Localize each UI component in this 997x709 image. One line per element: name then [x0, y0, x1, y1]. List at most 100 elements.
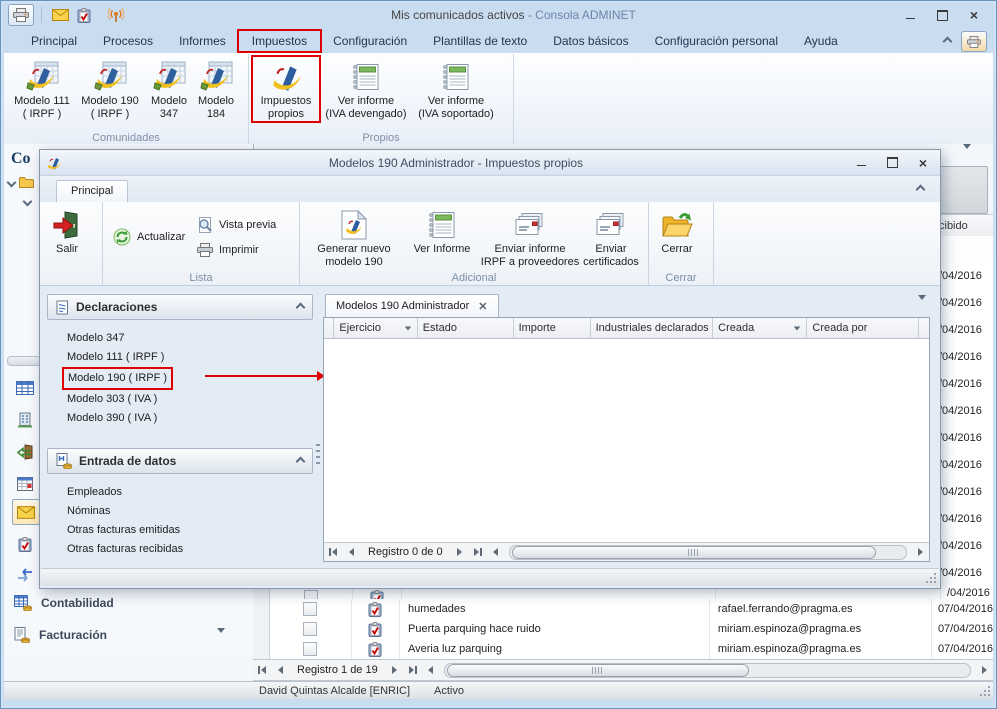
next-record-button[interactable]: [386, 663, 404, 677]
entrada-item-nominas[interactable]: Nóminas: [67, 502, 313, 521]
resize-grip[interactable]: [980, 686, 992, 698]
tree-node-folder[interactable]: [6, 176, 34, 188]
hscroll-right-icon[interactable]: [975, 663, 993, 677]
decl-item-modelo-390[interactable]: Modelo 390 ( IVA ): [67, 409, 313, 428]
column-header-estado[interactable]: Estado: [418, 318, 514, 338]
minimize-button[interactable]: [899, 8, 921, 23]
tab-datos-basicos[interactable]: Datos básicos: [540, 31, 641, 51]
close-tab-icon[interactable]: ✕: [478, 300, 487, 313]
tab-principal[interactable]: Principal: [18, 31, 90, 51]
bg-column-header-recibido[interactable]: cibido: [935, 214, 993, 238]
tab-ayuda[interactable]: Ayuda: [791, 31, 851, 51]
hscroll-right-icon[interactable]: [911, 545, 929, 559]
table-row[interactable]: Averia luz parquing miriam.espinoza@prag…: [253, 639, 993, 660]
modelo-347-button[interactable]: Modelo 347: [144, 57, 194, 121]
first-record-button[interactable]: [253, 663, 271, 677]
tree-expand-icon[interactable]: [22, 196, 33, 207]
entrada-datos-header[interactable]: Entrada de datos: [47, 448, 313, 474]
impuestos-propios-button[interactable]: Impuestos propios: [251, 55, 321, 123]
restore-button[interactable]: [931, 8, 953, 23]
next-record-button[interactable]: [451, 545, 469, 559]
column-header-importe[interactable]: Importe: [514, 318, 591, 338]
dialog-horizontal-scrollbar[interactable]: [508, 544, 907, 560]
dialog-minimize-button[interactable]: [850, 155, 872, 170]
entrada-item-otras-recibidas[interactable]: Otras facturas recibidas: [67, 540, 313, 559]
tab-procesos[interactable]: Procesos: [90, 31, 166, 51]
scrollbar-thumb[interactable]: [446, 663, 749, 677]
bgtab-list-dropdown-icon[interactable]: [963, 144, 971, 161]
row-checkbox[interactable]: [303, 642, 318, 656]
entrada-item-empleados[interactable]: Empleados: [67, 483, 313, 502]
tab-informes[interactable]: Informes: [166, 31, 239, 51]
decl-item-modelo-190[interactable]: Modelo 190 ( IRPF ): [62, 367, 325, 390]
dialog-tab-principal[interactable]: Principal: [56, 180, 129, 202]
decl-item-modelo-111[interactable]: Modelo 111 ( IRPF ): [67, 348, 313, 367]
navstrip-sync-button[interactable]: [12, 563, 38, 587]
dialog-close-button[interactable]: ×: [912, 155, 934, 171]
table-row[interactable]: humedades rafael.ferrando@pragma.es 07/0…: [253, 599, 993, 620]
actualizar-button[interactable]: Actualizar: [107, 226, 191, 248]
enviar-informe-button[interactable]: Enviar informe IRPF a proveedores: [480, 205, 580, 269]
modelo-184-button[interactable]: Modelo 184: [194, 57, 238, 121]
table-row[interactable]: Puerta parquing hace ruido miriam.espino…: [253, 619, 993, 640]
app-menu-button[interactable]: [8, 4, 34, 26]
vista-previa-button[interactable]: Vista previa: [191, 215, 282, 235]
ver-informe-soportado-button[interactable]: Ver informe (IVA soportado): [411, 57, 501, 121]
hscroll-left-icon[interactable]: [422, 663, 440, 677]
close-button[interactable]: ×: [963, 7, 985, 23]
navstrip-exit-button[interactable]: [12, 440, 38, 464]
navpane-configure-icon[interactable]: [217, 628, 225, 645]
dialog-collapse-ribbon-icon[interactable]: [915, 184, 926, 195]
column-header-creada[interactable]: Creada: [713, 318, 808, 338]
imprimir-button[interactable]: Imprimir: [191, 241, 265, 259]
tab-list-dropdown-icon[interactable]: [918, 295, 926, 312]
salir-button[interactable]: Salir: [44, 205, 90, 256]
column-header-industriales[interactable]: Industriales declarados: [591, 318, 714, 338]
help-app-button[interactable]: [961, 31, 987, 52]
last-record-button[interactable]: [404, 663, 422, 677]
navstrip-tasks-button[interactable]: [12, 532, 38, 556]
enviar-certificados-button[interactable]: Enviar certificados: [580, 205, 642, 269]
column-header-creada-por[interactable]: Creada por: [807, 318, 919, 338]
scrollbar-thumb[interactable]: [511, 545, 876, 559]
quick-broadcast-button[interactable]: [104, 5, 128, 25]
tree-node-child[interactable]: [22, 196, 33, 207]
horizontal-scrollbar[interactable]: [443, 662, 971, 678]
quick-tasks-button[interactable]: [72, 5, 96, 25]
navstrip-company-button[interactable]: [12, 408, 38, 432]
row-checkbox[interactable]: [303, 602, 318, 616]
navpane-item-facturacion[interactable]: Facturación: [14, 627, 107, 643]
tree-hscrollbar[interactable]: [7, 356, 41, 366]
panel-splitter[interactable]: [316, 444, 320, 466]
decl-item-modelo-347[interactable]: Modelo 347: [67, 329, 313, 348]
doc-tab-modelos-190[interactable]: Modelos 190 Administrador ✕: [325, 294, 499, 317]
navstrip-mail-button[interactable]: [12, 499, 40, 525]
quick-mail-button[interactable]: [48, 5, 72, 25]
collapse-section-icon[interactable]: [295, 456, 306, 466]
ver-informe-button[interactable]: Ver Informe: [404, 205, 480, 256]
navpane-item-contabilidad[interactable]: Contabilidad: [14, 595, 114, 611]
collapse-ribbon-icon[interactable]: [942, 36, 953, 47]
column-header-ejercicio[interactable]: Ejercicio: [334, 318, 418, 338]
prev-record-button[interactable]: [271, 663, 289, 677]
dialog-restore-button[interactable]: [881, 155, 903, 170]
generar-modelo-button[interactable]: Generar nuevo modelo 190: [304, 205, 404, 269]
modelo-111-button[interactable]: Modelo 111( IRPF ): [8, 57, 76, 121]
prev-record-button[interactable]: [342, 545, 360, 559]
tab-configuracion[interactable]: Configuración: [320, 31, 420, 51]
collapse-section-icon[interactable]: [295, 302, 306, 312]
bg-scroll-top[interactable]: [939, 166, 988, 214]
declaraciones-header[interactable]: Declaraciones: [47, 294, 313, 320]
first-record-button[interactable]: [324, 545, 342, 559]
tab-config-personal[interactable]: Configuración personal: [642, 31, 791, 51]
last-record-button[interactable]: [469, 545, 487, 559]
modelo-190-button[interactable]: Modelo 190( IRPF ): [76, 57, 144, 121]
navstrip-table-button[interactable]: [12, 376, 38, 400]
grid-empty-body[interactable]: [324, 339, 929, 542]
row-checkbox[interactable]: [303, 622, 318, 636]
navstrip-calendar-button[interactable]: [12, 471, 38, 495]
tab-plantillas[interactable]: Plantillas de texto: [420, 31, 540, 51]
tab-impuestos[interactable]: Impuestos: [236, 29, 323, 53]
cerrar-button[interactable]: Cerrar: [653, 205, 701, 256]
tree-expand-icon[interactable]: [6, 177, 17, 187]
